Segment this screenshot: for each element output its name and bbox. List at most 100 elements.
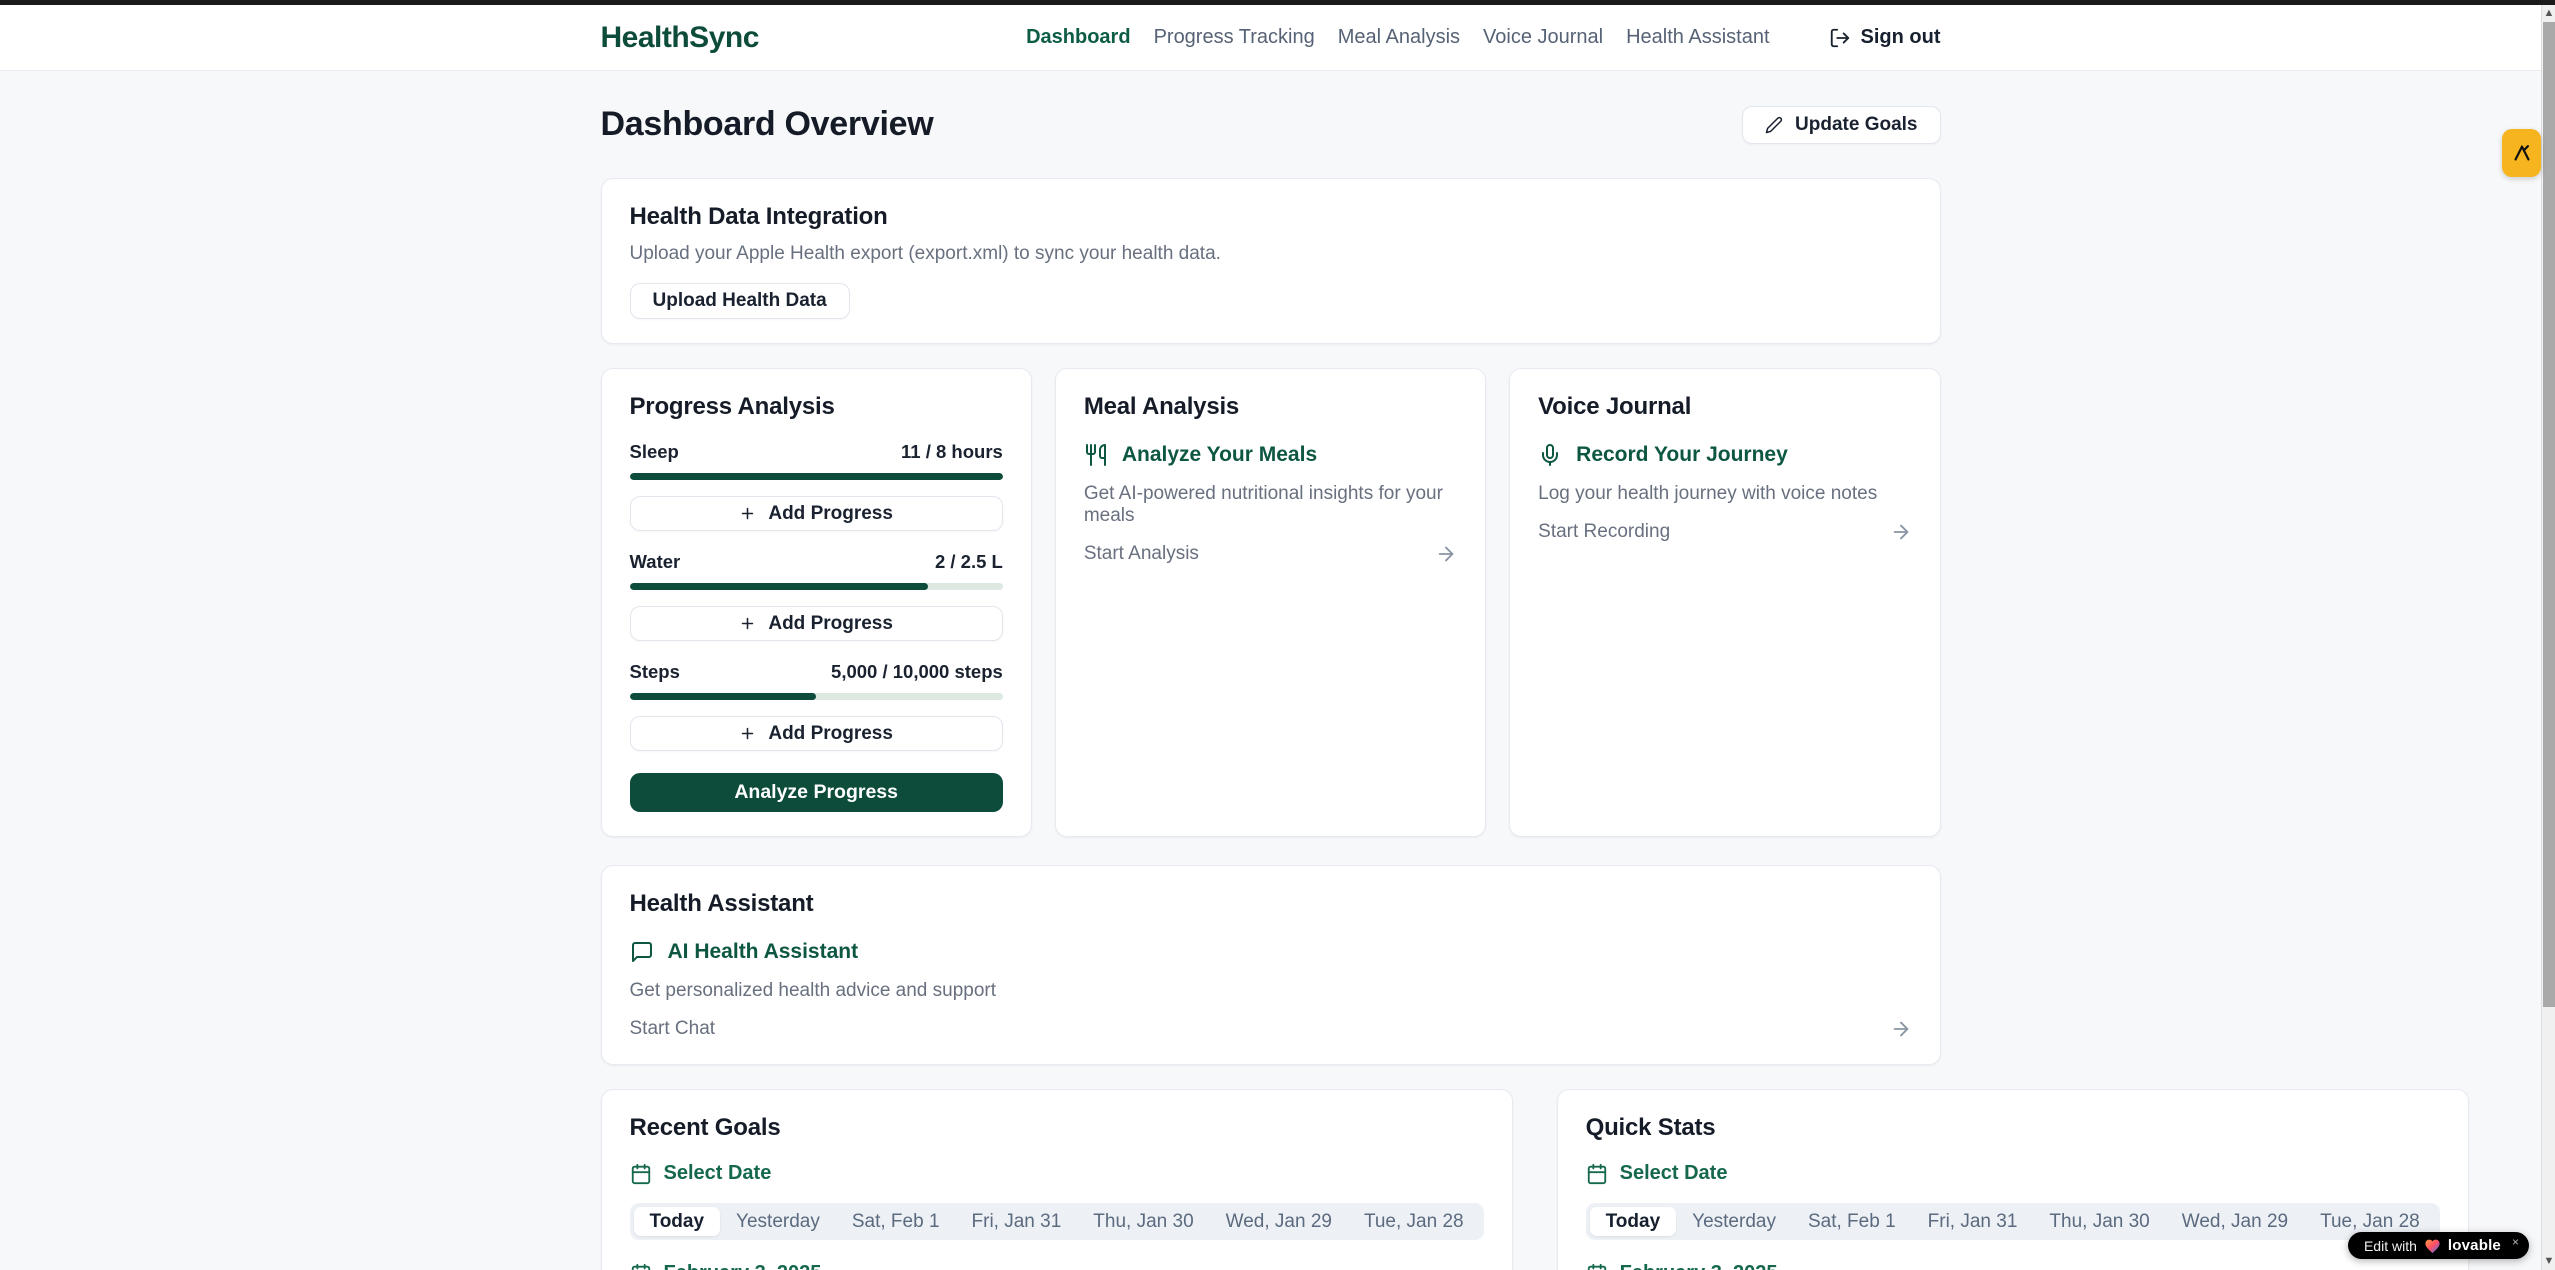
- calendar-icon: [630, 1263, 652, 1270]
- lovable-label: lovable: [2448, 1237, 2501, 1254]
- date-tab-tue-jan-28[interactable]: Tue, Jan 28: [1348, 1207, 1480, 1236]
- add-progress-label: Add Progress: [768, 503, 893, 525]
- ai-health-assistant-label: AI Health Assistant: [668, 940, 859, 964]
- date-tab-today[interactable]: Today: [634, 1207, 721, 1236]
- health-assistant-title: Health Assistant: [630, 890, 1912, 918]
- arrow-right-icon: [1890, 521, 1912, 543]
- sign-out-label: Sign out: [1861, 26, 1941, 49]
- header: HealthSync Dashboard Progress Tracking M…: [0, 0, 2541, 71]
- select-date-label: Select Date: [664, 1162, 772, 1185]
- assistant-description: Get personalized health advice and suppo…: [630, 980, 1912, 1002]
- voice-journal-card: Voice Journal Record Your Journey Log yo…: [1509, 368, 1940, 837]
- sleep-value: 11 / 8 hours: [901, 441, 1003, 463]
- analyze-your-meals-link[interactable]: Analyze Your Meals: [1084, 443, 1457, 467]
- water-value: 2 / 2.5 L: [935, 551, 1003, 573]
- steps-label: Steps: [630, 661, 680, 683]
- edit-with-lovable-badge[interactable]: Edit with lovable ×: [2348, 1232, 2529, 1259]
- update-goals-button[interactable]: Update Goals: [1742, 106, 1940, 144]
- arrow-right-icon: [1435, 543, 1457, 565]
- calendar-icon: [630, 1163, 652, 1185]
- quick-stats-title: Quick Stats: [1586, 1114, 2440, 1142]
- vertical-scrollbar[interactable]: ▲ ▼: [2541, 0, 2555, 1270]
- main-nav: Dashboard Progress Tracking Meal Analysi…: [1026, 26, 1940, 49]
- date-tab-yesterday[interactable]: Yesterday: [720, 1207, 836, 1236]
- plus-icon: [739, 505, 756, 522]
- add-water-progress-button[interactable]: Add Progress: [630, 606, 1003, 641]
- quick-stats-date-tabs: Today Yesterday Sat, Feb 1 Fri, Jan 31 T…: [1586, 1203, 2440, 1240]
- add-progress-label: Add Progress: [768, 613, 893, 635]
- analyze-progress-button[interactable]: Analyze Progress: [630, 773, 1003, 812]
- microphone-icon: [1538, 443, 1562, 467]
- lovable-heart-icon: [2424, 1238, 2441, 1254]
- progress-analysis-card: Progress Analysis Sleep 11 / 8 hours Add…: [601, 368, 1032, 837]
- voice-journal-title: Voice Journal: [1538, 393, 1911, 421]
- recent-goals-select-date[interactable]: Select Date: [630, 1162, 1484, 1185]
- close-icon[interactable]: ×: [2512, 1235, 2519, 1249]
- edit-with-label: Edit with: [2364, 1238, 2417, 1254]
- quick-stats-card: Quick Stats Select Date Today Yesterday …: [1557, 1089, 2469, 1270]
- water-metric: Water 2 / 2.5 L Add Progress: [630, 551, 1003, 641]
- steps-value: 5,000 / 10,000 steps: [831, 661, 1003, 683]
- top-strip: [0, 0, 2555, 5]
- calendar-icon: [1586, 1263, 1608, 1270]
- logout-icon: [1829, 27, 1851, 49]
- nav-meal-analysis[interactable]: Meal Analysis: [1338, 26, 1460, 49]
- date-tab-fri-jan-31[interactable]: Fri, Jan 31: [956, 1207, 1078, 1236]
- start-recording-link[interactable]: Start Recording: [1538, 521, 1911, 543]
- quick-stats-current-date[interactable]: February 3, 2025: [1586, 1262, 2440, 1270]
- nav-progress-tracking[interactable]: Progress Tracking: [1154, 26, 1315, 49]
- update-goals-label: Update Goals: [1795, 114, 1917, 136]
- add-progress-label: Add Progress: [768, 723, 893, 745]
- date-tab-thu-jan-30[interactable]: Thu, Jan 30: [2033, 1207, 2165, 1236]
- date-tab-sat-feb-1[interactable]: Sat, Feb 1: [836, 1207, 956, 1236]
- nav-dashboard[interactable]: Dashboard: [1026, 26, 1130, 49]
- utensils-icon: [1084, 443, 1108, 467]
- date-tab-yesterday[interactable]: Yesterday: [1676, 1207, 1792, 1236]
- add-steps-progress-button[interactable]: Add Progress: [630, 716, 1003, 751]
- nav-health-assistant[interactable]: Health Assistant: [1626, 26, 1769, 49]
- start-chat-label: Start Chat: [630, 1018, 716, 1040]
- pencil-icon: [1765, 116, 1783, 134]
- lovable-side-badge[interactable]: [2502, 129, 2541, 177]
- date-tab-wed-jan-29[interactable]: Wed, Jan 29: [1210, 1207, 1348, 1236]
- add-sleep-progress-button[interactable]: Add Progress: [630, 496, 1003, 531]
- page-title: Dashboard Overview: [601, 105, 934, 144]
- chat-bubble-icon: [630, 940, 654, 964]
- meal-analysis-title: Meal Analysis: [1084, 393, 1457, 421]
- calendar-icon: [1586, 1163, 1608, 1185]
- current-date-label: February 3, 2025: [664, 1262, 822, 1270]
- scrollbar-thumb[interactable]: [2543, 22, 2555, 1007]
- quick-stats-select-date[interactable]: Select Date: [1586, 1162, 2440, 1185]
- nav-voice-journal[interactable]: Voice Journal: [1483, 26, 1603, 49]
- app-logo: HealthSync: [601, 21, 759, 55]
- start-chat-link[interactable]: Start Chat: [630, 1018, 1912, 1040]
- start-analysis-label: Start Analysis: [1084, 543, 1199, 565]
- date-tab-wed-jan-29[interactable]: Wed, Jan 29: [2166, 1207, 2304, 1236]
- upload-health-data-button[interactable]: Upload Health Data: [630, 283, 850, 319]
- ai-health-assistant-link[interactable]: AI Health Assistant: [630, 940, 1912, 964]
- steps-progress-bar: [630, 693, 1003, 700]
- date-tab-thu-jan-30[interactable]: Thu, Jan 30: [1077, 1207, 1209, 1236]
- current-date-label: February 3, 2025: [1620, 1262, 1778, 1270]
- date-tab-sat-feb-1[interactable]: Sat, Feb 1: [1792, 1207, 1912, 1236]
- health-data-title: Health Data Integration: [630, 203, 1912, 231]
- scrollbar-up-arrow[interactable]: ▲: [2542, 5, 2555, 21]
- recent-goals-current-date[interactable]: February 3, 2025: [630, 1262, 1484, 1270]
- date-tab-fri-jan-31[interactable]: Fri, Jan 31: [1912, 1207, 2034, 1236]
- health-assistant-card: Health Assistant AI Health Assistant Get…: [601, 865, 1941, 1065]
- scrollbar-down-arrow[interactable]: ▼: [2542, 1253, 2555, 1269]
- meal-description: Get AI-powered nutritional insights for …: [1084, 483, 1457, 527]
- lovable-logo-icon: [2511, 142, 2533, 164]
- start-analysis-link[interactable]: Start Analysis: [1084, 543, 1457, 565]
- arrow-right-icon: [1890, 1018, 1912, 1040]
- health-data-description: Upload your Apple Health export (export.…: [630, 243, 1912, 265]
- water-progress-bar: [630, 583, 1003, 590]
- date-tab-today[interactable]: Today: [1590, 1207, 1677, 1236]
- analyze-your-meals-label: Analyze Your Meals: [1122, 443, 1317, 467]
- record-your-journey-link[interactable]: Record Your Journey: [1538, 443, 1911, 467]
- sleep-progress-bar: [630, 473, 1003, 480]
- sign-out-button[interactable]: Sign out: [1829, 26, 1941, 49]
- recent-goals-title: Recent Goals: [630, 1114, 1484, 1142]
- start-recording-label: Start Recording: [1538, 521, 1670, 543]
- voice-description: Log your health journey with voice notes: [1538, 483, 1911, 505]
